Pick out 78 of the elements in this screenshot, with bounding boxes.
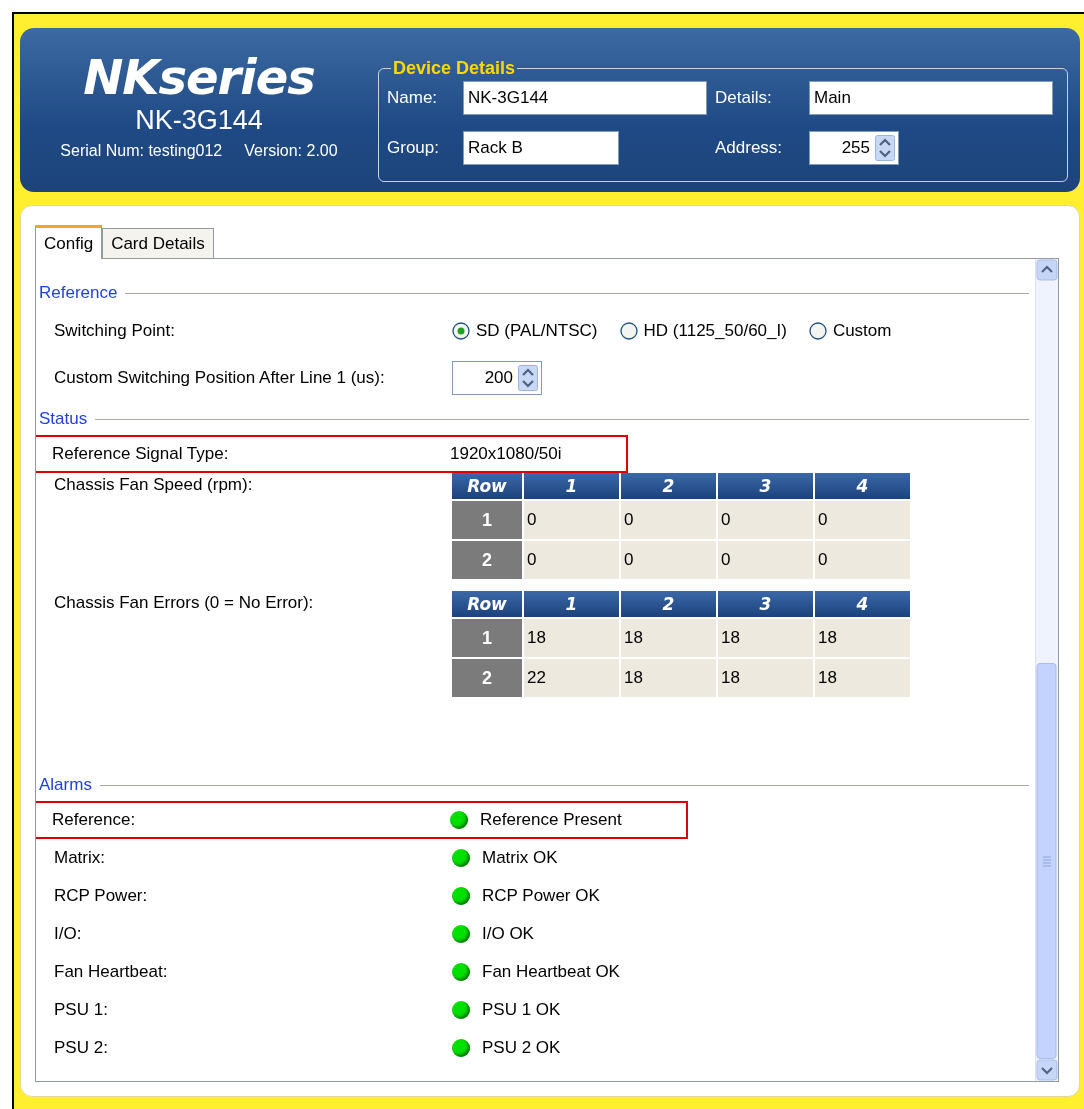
table-cell: 0 [718,501,813,539]
alarm-status: PSU 2 OK [482,1038,561,1058]
alarm-label: I/O: [54,924,83,944]
section-heading: Status [39,409,88,429]
field-label: Name: [387,88,439,108]
radio-label: Custom [832,321,892,341]
brand-logo: NKseries [83,50,315,104]
row-number: 1 [452,501,522,539]
text-field[interactable]: NK-3G144 [463,81,707,115]
table-cell: 0 [815,501,910,539]
field-label: Address: [715,138,784,158]
tab[interactable]: Config [35,225,103,259]
radio-label: SD (PAL/NTSC) [476,321,598,341]
spinner-arrows-icon[interactable] [875,135,895,161]
alarm-label: Reference: [52,810,137,830]
field-value: 1920x1080/50i [450,444,562,464]
column-header: 1 [524,473,619,499]
text-field[interactable]: Main [809,81,1053,115]
column-header: 3 [718,591,813,617]
radio-label: HD (1125_50/60_I) [643,321,787,341]
table-cell: 18 [815,659,910,697]
table-cell: 0 [524,541,619,579]
table-cell: 0 [815,541,910,579]
row-number: 2 [452,659,522,697]
section-heading: Alarms [39,775,92,795]
table-cell: 18 [815,619,910,657]
alarm-status: Matrix OK [482,848,558,868]
table-cell: 0 [621,541,716,579]
column-header: 4 [815,591,910,617]
table-cell: 18 [718,659,813,697]
field-label: Switching Point: [54,321,176,341]
column-header: Row [452,591,522,617]
table-cell: 18 [621,619,716,657]
alarm-label: RCP Power: [54,886,149,906]
spinner-arrows-icon[interactable] [518,365,538,391]
table-cell: 18 [718,619,813,657]
table-cell: 0 [718,541,813,579]
column-header: 4 [815,473,910,499]
row-number: 1 [452,619,522,657]
alarm-label: Matrix: [54,848,106,868]
scrollbar-thumb[interactable] [1036,663,1057,1059]
column-header: 1 [524,591,619,617]
alarm-label: PSU 2: [54,1038,109,1058]
column-header: 3 [718,473,813,499]
version-number: Version: 2.00 [244,142,338,160]
radio-button[interactable] [808,322,827,340]
column-header: 2 [621,591,716,617]
alarm-status: I/O OK [482,924,534,944]
table-cell: 18 [524,619,619,657]
field-label: Group: [387,138,440,158]
alarm-status: PSU 1 OK [482,1000,561,1020]
table-cell: 0 [524,501,619,539]
serial-number: Serial Num: testing012 [60,142,223,160]
field-label: Custom Switching Position After Line 1 (us): [54,368,386,388]
field-label: Chassis Fan Errors (0 = No Error): [54,592,315,614]
table-cell: 18 [621,659,716,697]
group-title: Device Details [392,58,517,79]
column-header: 2 [621,473,716,499]
column-header: Row [452,473,522,499]
table-cell: 0 [621,501,716,539]
field-label: Reference Signal Type: [52,444,230,464]
field-label: Chassis Fan Speed (rpm): [54,474,254,496]
scroll-up-icon[interactable] [1036,259,1058,281]
scroll-down-icon[interactable] [1036,1059,1058,1081]
alarm-status: RCP Power OK [482,886,600,906]
alarm-status: Reference Present [480,810,622,830]
alarm-label: PSU 1: [54,1000,109,1020]
radio-button[interactable] [619,322,638,340]
tab[interactable]: Card Details [102,228,214,258]
radio-button[interactable] [452,322,470,340]
model-name: NK-3G144 [135,104,263,136]
field-label: Details: [715,88,773,108]
table-cell: 22 [524,659,619,697]
text-field[interactable]: Rack B [463,131,619,165]
alarm-status: Fan Heartbeat OK [482,962,620,982]
row-number: 2 [452,541,522,579]
alarm-label: Fan Heartbeat: [54,962,169,982]
section-heading: Reference [39,283,118,303]
